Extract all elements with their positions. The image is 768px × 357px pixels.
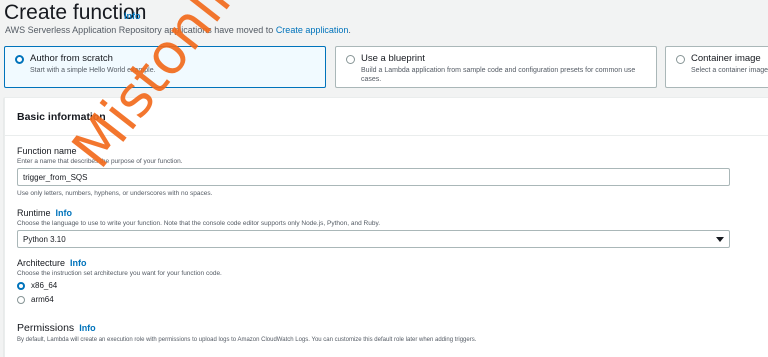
chevron-down-icon: [716, 237, 724, 242]
architecture-info-link[interactable]: Info: [70, 258, 87, 268]
option-desc: Build a Lambda application from sample c…: [361, 67, 636, 83]
runtime-label: Runtime Info: [17, 208, 72, 218]
option-radio[interactable]: [15, 55, 24, 64]
notice-suffix: .: [348, 25, 351, 35]
option-radio[interactable]: [346, 55, 355, 64]
notice-prefix: AWS Serverless Application Repository ap…: [5, 25, 276, 35]
permissions-title-text: Permissions: [17, 322, 75, 334]
function-name-hint: Use only letters, numbers, hyphens, or u…: [17, 190, 213, 197]
architecture-desc: Choose the instruction set architecture …: [17, 270, 222, 277]
option-title: Container image: [691, 53, 761, 64]
function-name-input[interactable]: trigger_from_SQS: [17, 168, 730, 186]
arch-radio-x86[interactable]: [17, 282, 25, 290]
permissions-desc: By default, Lambda will create an execut…: [17, 337, 477, 343]
arch-label-x86: x86_64: [31, 281, 58, 290]
option-title: Author from scratch: [30, 53, 113, 64]
function-name-label: Function name: [17, 146, 77, 156]
option-container-image[interactable]: Container image Select a container image…: [665, 46, 768, 88]
architecture-label: Architecture Info: [17, 258, 87, 268]
runtime-desc: Choose the language to use to write your…: [17, 220, 381, 227]
create-application-link[interactable]: Create application: [276, 25, 349, 35]
runtime-label-text: Runtime: [17, 208, 51, 218]
runtime-select-value: Python 3.10: [23, 235, 66, 244]
option-title: Use a blueprint: [361, 53, 425, 64]
title-info-link[interactable]: Info: [124, 11, 141, 21]
runtime-select[interactable]: Python 3.10: [17, 230, 730, 248]
permissions-info-link[interactable]: Info: [79, 323, 96, 333]
option-radio[interactable]: [676, 55, 685, 64]
option-desc: Select a container image to: [691, 67, 768, 74]
architecture-label-text: Architecture: [17, 258, 66, 268]
arch-label-arm64: arm64: [31, 295, 54, 304]
option-use-blueprint[interactable]: Use a blueprint Build a Lambda applicati…: [335, 46, 657, 88]
permissions-title: Permissions Info: [17, 322, 96, 334]
runtime-info-link[interactable]: Info: [56, 208, 73, 218]
arch-radio-arm64[interactable]: [17, 296, 25, 304]
